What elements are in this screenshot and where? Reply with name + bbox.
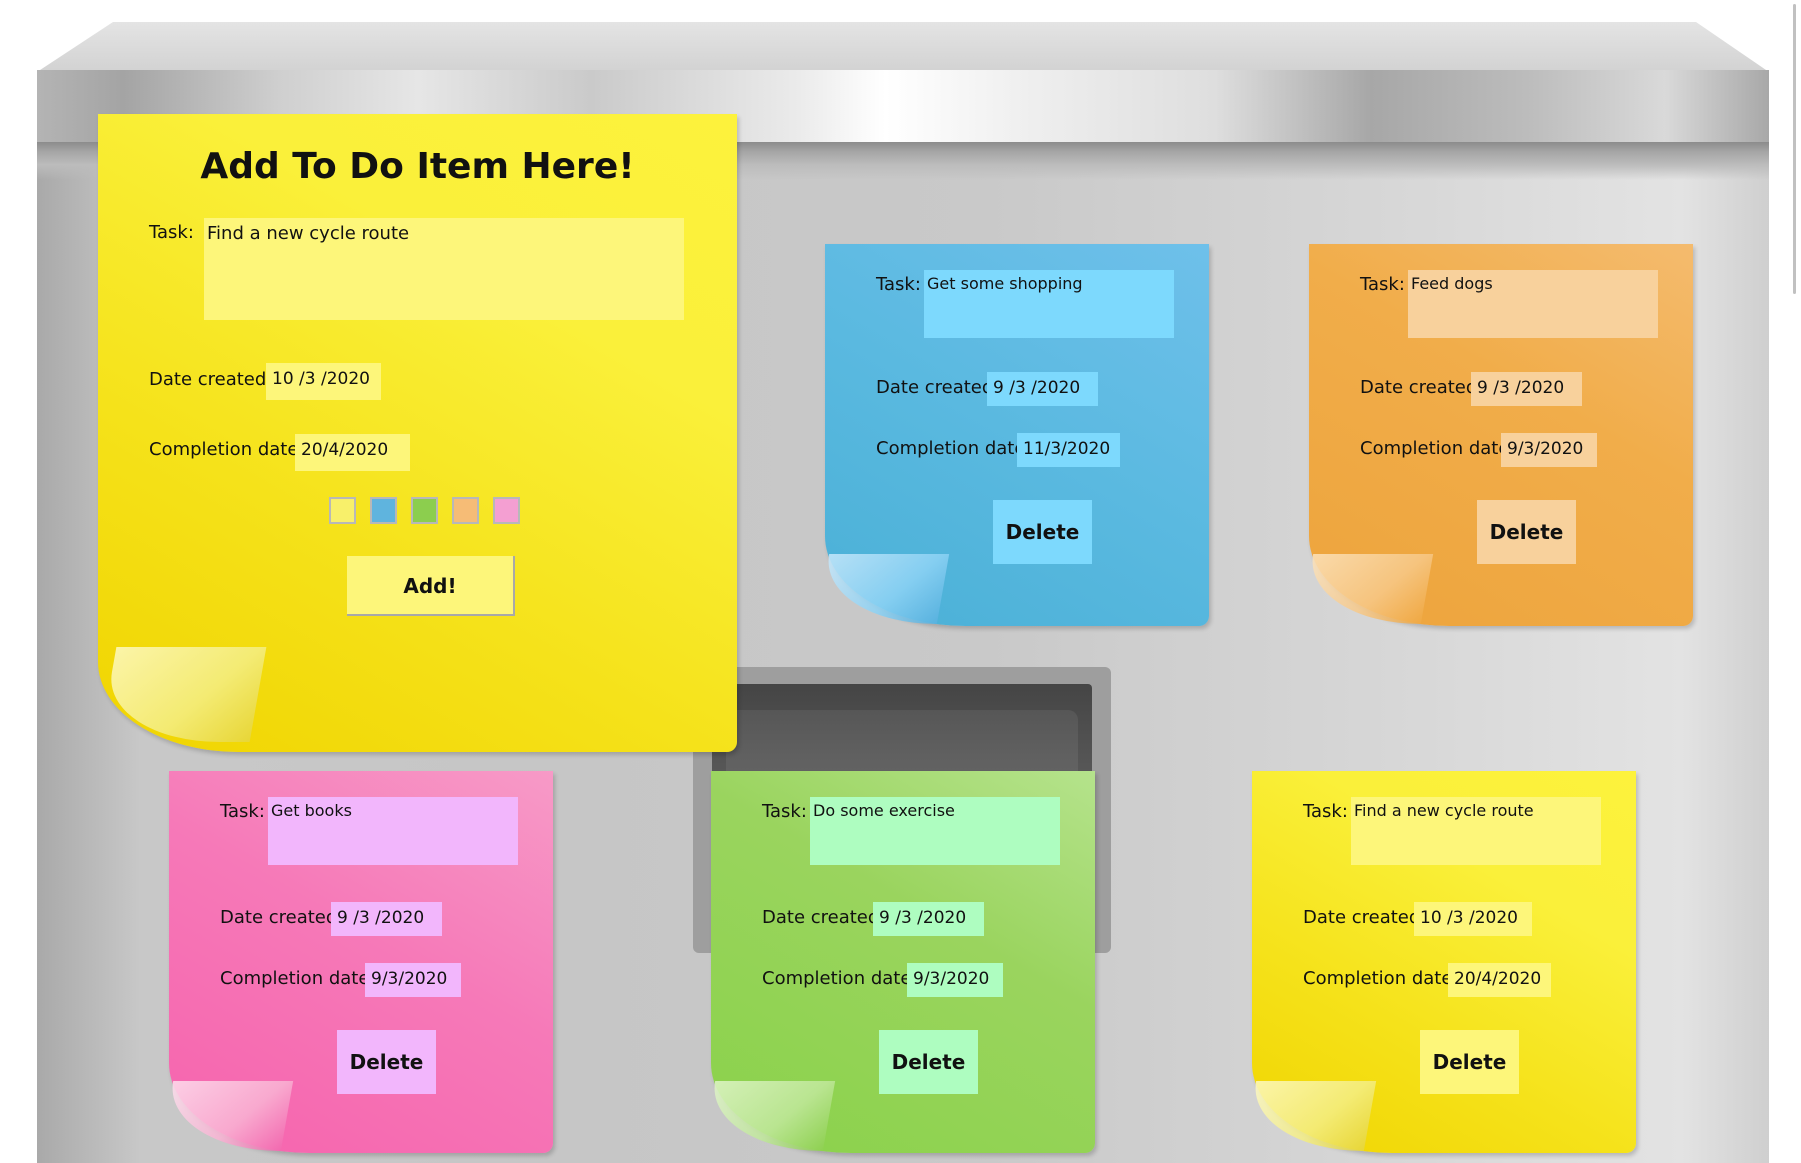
completion-date-field[interactable]: 9/3/2020 [1501,433,1597,467]
delete-button[interactable]: Delete [879,1030,978,1094]
todo-note-yellow: Task: Find a new cycle route Date create… [1243,771,1636,1153]
note-curl [99,647,267,742]
date-created-label: Date created: [1360,377,1484,398]
completion-date-label: Completion date: [149,439,305,460]
page-scrollbar[interactable] [1785,0,1801,1163]
completion-date-label: Completion date: [762,968,918,989]
task-field[interactable]: Find a new cycle route [1351,797,1601,865]
completion-date-field[interactable]: 20/4/2020 [1448,963,1551,997]
todo-note-blue: Task: Get some shopping Date created: 9 … [816,244,1209,626]
date-created-label: Date created: [876,377,1000,398]
task-label: Task: [1303,801,1348,822]
note-curl [702,1081,836,1151]
task-label: Task: [1360,274,1405,295]
completion-date-field[interactable]: 9/3/2020 [907,963,1003,997]
color-swatch-4[interactable] [452,497,479,524]
todo-note-pink: Task: Get books Date created: 9 /3 /2020… [160,771,553,1153]
color-swatch-3[interactable] [411,497,438,524]
color-swatch-5[interactable] [493,497,520,524]
todo-note-orange: Task: Feed dogs Date created: 9 /3 /2020… [1300,244,1693,626]
add-button[interactable]: Add! [347,556,515,616]
task-field[interactable]: Feed dogs [1408,270,1658,338]
note-curl [1243,1081,1377,1151]
task-field[interactable]: Get books [268,797,518,865]
note-curl [816,554,950,624]
date-created-field[interactable]: 9 /3 /2020 [873,902,984,936]
fridge-top [37,22,1769,72]
date-created-field[interactable]: 9 /3 /2020 [987,372,1098,406]
task-field[interactable]: Get some shopping [924,270,1174,338]
completion-date-field[interactable]: 11/3/2020 [1017,433,1120,467]
date-created-field[interactable]: 9 /3 /2020 [1471,372,1582,406]
note-curl [1300,554,1434,624]
date-created-label: Date created: [220,907,344,928]
completion-date-label: Completion date: [876,438,1032,459]
color-picker [329,497,520,524]
task-label: Task: [220,801,265,822]
task-label: Task: [876,274,921,295]
completion-date-label: Completion date: [1360,438,1516,459]
completion-date-input[interactable]: 20/4/2020 [295,434,410,471]
date-created-input[interactable]: 10 /3 /2020 [266,363,381,400]
scrollbar-thumb[interactable] [1793,4,1796,294]
todo-note-green: Task: Do some exercise Date created: 9 /… [702,771,1095,1153]
delete-button[interactable]: Delete [993,500,1092,564]
color-swatch-1[interactable] [329,497,356,524]
task-label: Task: [762,801,807,822]
date-created-field[interactable]: 10 /3 /2020 [1414,902,1532,936]
task-field[interactable]: Do some exercise [810,797,1060,865]
delete-button[interactable]: Delete [1420,1030,1519,1094]
date-created-label: Date created: [762,907,886,928]
add-form-title: Add To Do Item Here! [200,146,635,187]
date-created-label: Date created: [149,369,273,390]
task-label: Task: [149,222,194,243]
note-curl [160,1081,294,1151]
completion-date-label: Completion date: [220,968,376,989]
color-swatch-2[interactable] [370,497,397,524]
date-created-field[interactable]: 9 /3 /2020 [331,902,442,936]
date-created-label: Date created: [1303,907,1427,928]
completion-date-label: Completion date: [1303,968,1459,989]
task-input[interactable]: Find a new cycle route [204,218,684,320]
completion-date-field[interactable]: 9/3/2020 [365,963,461,997]
delete-button[interactable]: Delete [337,1030,436,1094]
delete-button[interactable]: Delete [1477,500,1576,564]
add-todo-note: Add To Do Item Here! Task: Find a new cy… [98,114,737,752]
